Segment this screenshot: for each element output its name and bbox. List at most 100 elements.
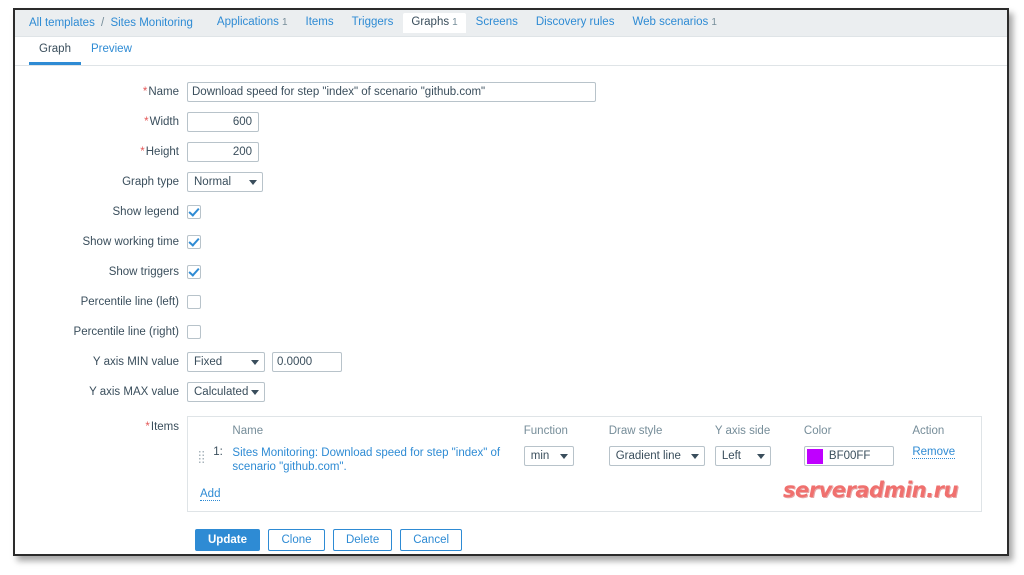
required-marker: *: [140, 146, 144, 158]
nav-tab-discovery-rules[interactable]: Discovery rules: [528, 13, 623, 34]
breadcrumb-separator: /: [101, 17, 104, 29]
color-swatch[interactable]: [807, 449, 823, 464]
graph-type-select[interactable]: Normal: [187, 172, 263, 192]
label-width: *Width: [15, 112, 187, 132]
nav-tab-applications[interactable]: Applications1: [209, 13, 296, 34]
label-show-legend: Show legend: [15, 202, 187, 222]
nav-tab-items-label: Items: [306, 16, 334, 28]
form-row-y-axis-min: Y axis MIN value Fixed: [15, 352, 1007, 372]
label-percentile-left: Percentile line (left): [15, 292, 187, 312]
top-navigation-bar: All templates / Sites Monitoring Applica…: [15, 10, 1007, 37]
show-working-time-checkbox[interactable]: [187, 235, 201, 249]
delete-button[interactable]: Delete: [333, 529, 392, 551]
y-axis-min-value-input[interactable]: [272, 352, 342, 372]
application-window: All templates / Sites Monitoring Applica…: [13, 8, 1009, 556]
graph-form: *Name *Width *Height Graph: [15, 66, 1007, 551]
item-name-link[interactable]: Sites Monitoring: Download speed for ste…: [232, 446, 513, 474]
row-action-cell: Remove: [912, 446, 971, 478]
breadcrumb-sites-monitoring[interactable]: Sites Monitoring: [110, 17, 192, 29]
tab-graph-label: Graph: [39, 43, 71, 55]
col-header-handle: [198, 425, 213, 446]
items-table-header-row: Name Function Draw style Y axis side Col…: [198, 425, 971, 446]
nav-tab-graphs[interactable]: Graphs1: [403, 13, 465, 34]
cancel-button[interactable]: Cancel: [400, 529, 462, 551]
add-item-link-wrapper: Add: [200, 488, 971, 501]
nav-tab-applications-count: 1: [282, 17, 288, 28]
row-index-cell: 1:: [213, 446, 232, 478]
breadcrumb: All templates / Sites Monitoring: [29, 17, 193, 29]
nav-tab-items[interactable]: Items: [298, 13, 342, 34]
item-y-axis-side-select[interactable]: Left: [715, 446, 771, 466]
row-draw-style-cell: Gradient line: [609, 446, 715, 478]
sub-tab-bar: Graph Preview: [15, 37, 1007, 66]
item-y-axis-side-value: Left: [722, 450, 741, 462]
nav-tab-screens-label: Screens: [476, 16, 518, 28]
nav-tab-applications-label: Applications: [217, 16, 279, 28]
label-width-text: Width: [150, 116, 179, 128]
show-triggers-checkbox[interactable]: [187, 265, 201, 279]
row-function-cell: min: [524, 446, 609, 478]
nav-tab-triggers[interactable]: Triggers: [344, 13, 402, 34]
nav-tab-web-scenarios-count: 1: [711, 17, 717, 28]
label-graph-type: Graph type: [15, 172, 187, 192]
item-color-field[interactable]: BF00FF: [804, 446, 894, 466]
tab-graph[interactable]: Graph: [29, 44, 81, 66]
label-percentile-right: Percentile line (right): [15, 322, 187, 342]
row-name-cell: Sites Monitoring: Download speed for ste…: [232, 446, 523, 478]
form-row-width: *Width: [15, 112, 1007, 132]
label-items: *Items: [15, 416, 187, 434]
percentile-left-checkbox[interactable]: [187, 295, 201, 309]
form-row-y-axis-max: Y axis MAX value Calculated: [15, 382, 1007, 402]
nav-tab-discovery-rules-label: Discovery rules: [536, 16, 615, 28]
form-row-name: *Name: [15, 82, 1007, 102]
table-row: 1: Sites Monitoring: Download speed for …: [198, 446, 971, 478]
height-input[interactable]: [187, 142, 259, 162]
nav-tab-web-scenarios[interactable]: Web scenarios1: [624, 13, 724, 34]
y-axis-min-mode-select[interactable]: Fixed: [187, 352, 265, 372]
drag-handle-icon[interactable]: [198, 450, 205, 463]
label-show-triggers: Show triggers: [15, 262, 187, 282]
update-button[interactable]: Update: [195, 529, 260, 551]
name-input[interactable]: [187, 82, 596, 102]
items-container: Name Function Draw style Y axis side Col…: [187, 416, 982, 512]
nav-tab-triggers-label: Triggers: [352, 16, 394, 28]
item-function-select[interactable]: min: [524, 446, 574, 466]
tab-preview-label: Preview: [91, 43, 132, 55]
form-row-show-working-time: Show working time: [15, 232, 1007, 252]
col-header-action: Action: [912, 425, 971, 446]
nav-tab-screens[interactable]: Screens: [468, 13, 526, 34]
form-row-show-legend: Show legend: [15, 202, 1007, 222]
remove-item-link[interactable]: Remove: [912, 446, 955, 459]
chevron-down-icon: [251, 390, 259, 395]
label-name: *Name: [15, 82, 187, 102]
col-header-function: Function: [524, 425, 609, 446]
label-height-text: Height: [146, 146, 179, 158]
chevron-down-icon: [251, 360, 259, 365]
y-axis-max-mode-select[interactable]: Calculated: [187, 382, 265, 402]
form-row-show-triggers: Show triggers: [15, 262, 1007, 282]
graph-type-value: Normal: [194, 176, 231, 188]
row-drag-handle-cell: [198, 446, 213, 478]
item-draw-style-select[interactable]: Gradient line: [609, 446, 705, 466]
col-header-draw-style: Draw style: [609, 425, 715, 446]
label-items-text: Items: [151, 421, 179, 433]
breadcrumb-all-templates[interactable]: All templates: [29, 17, 95, 29]
tab-preview[interactable]: Preview: [81, 44, 142, 66]
form-row-graph-type: Graph type Normal: [15, 172, 1007, 192]
form-row-percentile-left: Percentile line (left): [15, 292, 1007, 312]
show-legend-checkbox[interactable]: [187, 205, 201, 219]
form-row-height: *Height: [15, 142, 1007, 162]
row-y-axis-side-cell: Left: [715, 446, 804, 478]
item-function-value: min: [531, 450, 550, 462]
chevron-down-icon: [249, 180, 257, 185]
percentile-right-checkbox[interactable]: [187, 325, 201, 339]
width-input[interactable]: [187, 112, 259, 132]
form-row-items: *Items Name Function Draw style Y axis s…: [15, 416, 1007, 512]
label-y-axis-min: Y axis MIN value: [15, 352, 187, 372]
clone-button[interactable]: Clone: [268, 529, 325, 551]
nav-tab-graphs-label: Graphs: [411, 16, 449, 28]
y-axis-min-mode-value: Fixed: [194, 356, 222, 368]
label-height: *Height: [15, 142, 187, 162]
chevron-down-icon: [757, 454, 765, 459]
add-item-link[interactable]: Add: [200, 488, 220, 501]
